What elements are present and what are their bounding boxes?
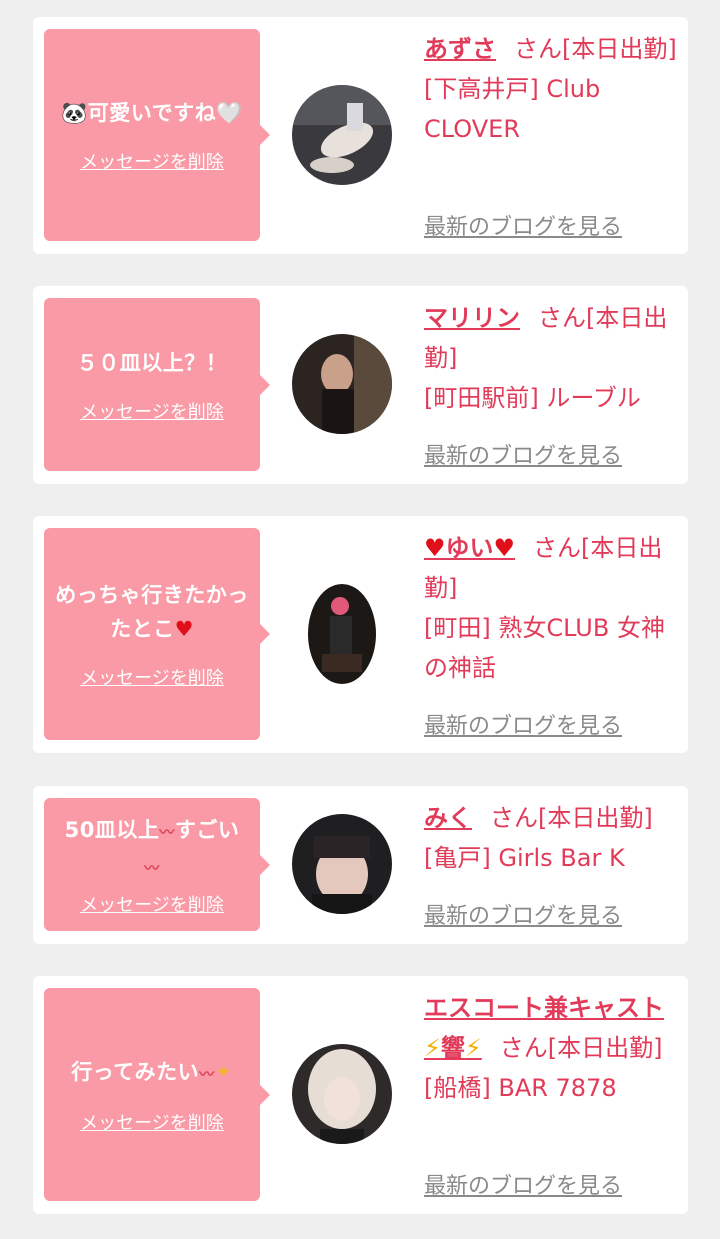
shop-text: [町田] 熟女CLUB 女神の神話 [424,614,665,682]
latest-blog-link[interactable]: 最新のブログを見る [424,898,622,930]
cast-name-link[interactable]: ♥ゆい♥ [424,534,515,562]
message-text-content: めっちゃ行きたかったとこ [55,583,249,641]
latest-blog-link[interactable]: 最新のブログを見る [424,209,622,241]
lightning-icon: ⚡ [424,1034,441,1062]
message-text: 行ってみたい〰✦ [61,1055,243,1091]
avatar[interactable] [292,584,392,684]
shop-text: [下高井戸] Club CLOVER [424,75,601,143]
cast-name-link[interactable]: あずさ [424,35,496,63]
message-bubble: 行ってみたい〰✦ メッセージを削除 [44,988,270,1201]
delete-message-link[interactable]: メッセージを削除 [80,148,224,174]
shop-text: [船橋] BAR 7878 [424,1074,617,1102]
status-text: さん[本日出勤] [499,1034,663,1062]
latest-blog-link[interactable]: 最新のブログを見る [424,708,622,740]
cast-info: マリリン さん[本日出勤] [町田駅前] ルーブル [424,298,679,418]
avatar[interactable] [292,85,392,185]
shop-text: [亀戸] Girls Bar K [424,844,625,872]
cast-info: ♥ゆい♥ さん[本日出勤] [町田] 熟女CLUB 女神の神話 [424,528,679,688]
message-text: めっちゃ行きたかったとこ♥ [44,578,260,646]
sparkle-icon: ✦ [214,1059,233,1084]
avatar[interactable] [292,334,392,434]
message-bubble: ５０皿以上？！ メッセージを削除 [44,298,270,471]
status-text: さん[本日出勤] [514,35,677,63]
delete-message-link[interactable]: メッセージを削除 [80,1109,224,1135]
cast-name-link[interactable]: みく [424,804,472,832]
tired-face-icon: 〰 [144,858,160,877]
message-text: ５０皿以上？！ [76,350,228,375]
delete-message-link[interactable]: メッセージを削除 [80,398,224,424]
cast-name-link[interactable]: マリリン [424,304,520,332]
message-text-content: 行ってみたい [71,1059,200,1084]
cast-name-text: ゆい [445,534,494,562]
status-text: さん[本日出勤] [490,804,653,832]
heart-icon: ♥ [493,534,516,562]
cast-info: あずさ さん[本日出勤] [下高井戸] Club CLOVER [424,29,679,149]
message-card: 🐼可愛いですね🤍 メッセージを削除 あずさ さん[本日出勤] [下高井戸] Clu… [33,17,688,254]
delete-message-link[interactable]: メッセージを削除 [80,664,224,690]
heart-icon: ♥ [424,534,446,562]
latest-blog-link[interactable]: 最新のブログを見る [424,438,622,470]
delete-message-link[interactable]: メッセージを削除 [80,891,224,917]
cast-name-text: エスコート兼キャスト [424,994,664,1022]
message-text-content: 50皿以上 [64,817,160,842]
cast-info: みく さん[本日出勤] [亀戸] Girls Bar K [424,798,679,878]
tired-face-icon: 〰 [159,822,175,841]
message-text: 🐼可愛いですね🤍 [61,101,243,125]
message-bubble: めっちゃ行きたかったとこ♥ メッセージを削除 [44,528,270,740]
message-card: めっちゃ行きたかったとこ♥ メッセージを削除 ♥ゆい♥ さん[本日出勤] [町田]… [33,516,688,753]
message-bubble: 50皿以上〰すごい〰 メッセージを削除 [44,798,270,931]
message-text: 50皿以上〰すごい〰 [55,813,250,885]
message-bubble: 🐼可愛いですね🤍 メッセージを削除 [44,29,270,241]
lightning-icon: ⚡ [464,1034,482,1062]
cast-info: エスコート兼キャスト ⚡響⚡ さん[本日出勤] [船橋] BAR 7878 [424,988,679,1108]
latest-blog-link[interactable]: 最新のブログを見る [424,1168,622,1200]
heart-icon: ♥ [174,617,194,641]
message-card: 50皿以上〰すごい〰 メッセージを削除 みく さん[本日出勤] [亀戸] Girl… [33,786,688,944]
tired-face-icon: 〰 [199,1064,215,1083]
message-text-content-b: すごい [174,817,240,842]
message-card: 行ってみたい〰✦ メッセージを削除 エスコート兼キャスト ⚡響⚡ さん[本日出勤] … [33,976,688,1214]
avatar[interactable] [292,1044,392,1144]
cast-name-text-b: 響 [440,1034,465,1062]
avatar[interactable] [292,814,392,914]
shop-text: [町田駅前] ルーブル [424,384,641,412]
message-card: ５０皿以上？！ メッセージを削除 マリリン さん[本日出勤] [町田駅前] ルーブ… [33,286,688,484]
